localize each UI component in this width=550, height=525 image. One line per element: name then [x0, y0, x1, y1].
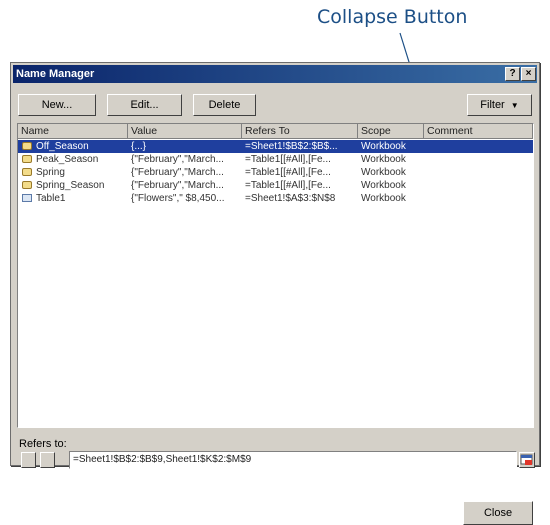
row-scope: Workbook — [361, 193, 406, 204]
row-name: Off_Season — [36, 141, 89, 152]
name-icon — [22, 168, 32, 176]
collapse-button[interactable] — [519, 452, 535, 468]
table-row[interactable]: Peak_Season {"February","March... =Table… — [18, 153, 533, 166]
row-refers-to: =Table1[[#All],[Fe... — [245, 180, 331, 191]
row-scope: Workbook — [361, 141, 406, 152]
edit-button[interactable]: Edit... — [107, 94, 182, 116]
row-scope: Workbook — [361, 154, 406, 165]
row-name: Spring — [36, 167, 65, 178]
filter-button[interactable]: Filter ▼ — [467, 94, 532, 116]
name-icon — [22, 142, 32, 150]
row-name: Peak_Season — [36, 154, 99, 165]
row-refers-to: =Sheet1!$A$3:$N$8 — [245, 193, 336, 204]
column-header-refers-to[interactable]: Refers To — [242, 124, 358, 139]
row-name: Table1 — [36, 193, 66, 204]
delete-button[interactable]: Delete — [193, 94, 256, 116]
window-title: Name Manager — [16, 68, 95, 80]
filter-button-label: Filter — [480, 99, 505, 111]
table-row[interactable]: Off_Season {...} =Sheet1!$B$2:$B$... Wor… — [18, 140, 533, 153]
refers-to-field[interactable]: =Sheet1!$B$2:$B$9,Sheet1!$K$2:$M$9 — [69, 451, 517, 469]
refers-to-label: Refers to: — [19, 438, 67, 450]
row-refers-to: =Sheet1!$B$2:$B$... — [245, 141, 338, 152]
row-refers-to: =Table1[[#All],[Fe... — [245, 167, 331, 178]
new-button[interactable]: New... — [18, 94, 96, 116]
edit-button-label: Edit... — [130, 99, 159, 111]
close-button[interactable]: Close — [463, 501, 533, 525]
row-value: {...} — [131, 141, 147, 152]
row-value: {"February","March... — [131, 154, 224, 165]
table-row[interactable]: Spring {"February","March... =Table1[[#A… — [18, 166, 533, 179]
collapse-dialog-icon — [520, 454, 533, 465]
title-bar: Name Manager ? × — [13, 65, 537, 83]
row-value: {"February","March... — [131, 180, 224, 191]
column-header-name[interactable]: Name — [18, 124, 128, 139]
column-header-scope[interactable]: Scope — [358, 124, 424, 139]
row-value: {"February","March... — [131, 167, 224, 178]
help-button[interactable]: ? — [505, 67, 520, 81]
table-row[interactable]: Table1 {"Flowers"," $8,450... =Sheet1!$A… — [18, 192, 533, 205]
close-window-button[interactable]: × — [521, 67, 536, 81]
row-scope: Workbook — [361, 167, 406, 178]
row-value: {"Flowers"," $8,450... — [131, 193, 225, 204]
cancel-edit-icon[interactable] — [21, 452, 36, 468]
table-row[interactable]: Spring_Season {"February","March... =Tab… — [18, 179, 533, 192]
name-manager-dialog: Name Manager ? × New... Edit... Delete F… — [10, 62, 540, 525]
delete-button-label: Delete — [208, 99, 241, 111]
new-button-label: New... — [41, 99, 73, 111]
close-button-label: Close — [483, 507, 513, 519]
name-icon — [22, 181, 32, 189]
row-scope: Workbook — [361, 180, 406, 191]
name-icon — [22, 155, 32, 163]
names-list[interactable]: Name Value Refers To Scope Comment Off_S… — [17, 123, 534, 428]
row-refers-to: =Table1[[#All],[Fe... — [245, 154, 331, 165]
table-icon — [22, 194, 32, 202]
column-header-value[interactable]: Value — [128, 124, 242, 139]
column-header-comment[interactable]: Comment — [424, 124, 533, 139]
chevron-down-icon: ▼ — [510, 101, 519, 110]
commit-edit-icon[interactable] — [40, 452, 55, 468]
row-name: Spring_Season — [36, 180, 105, 191]
